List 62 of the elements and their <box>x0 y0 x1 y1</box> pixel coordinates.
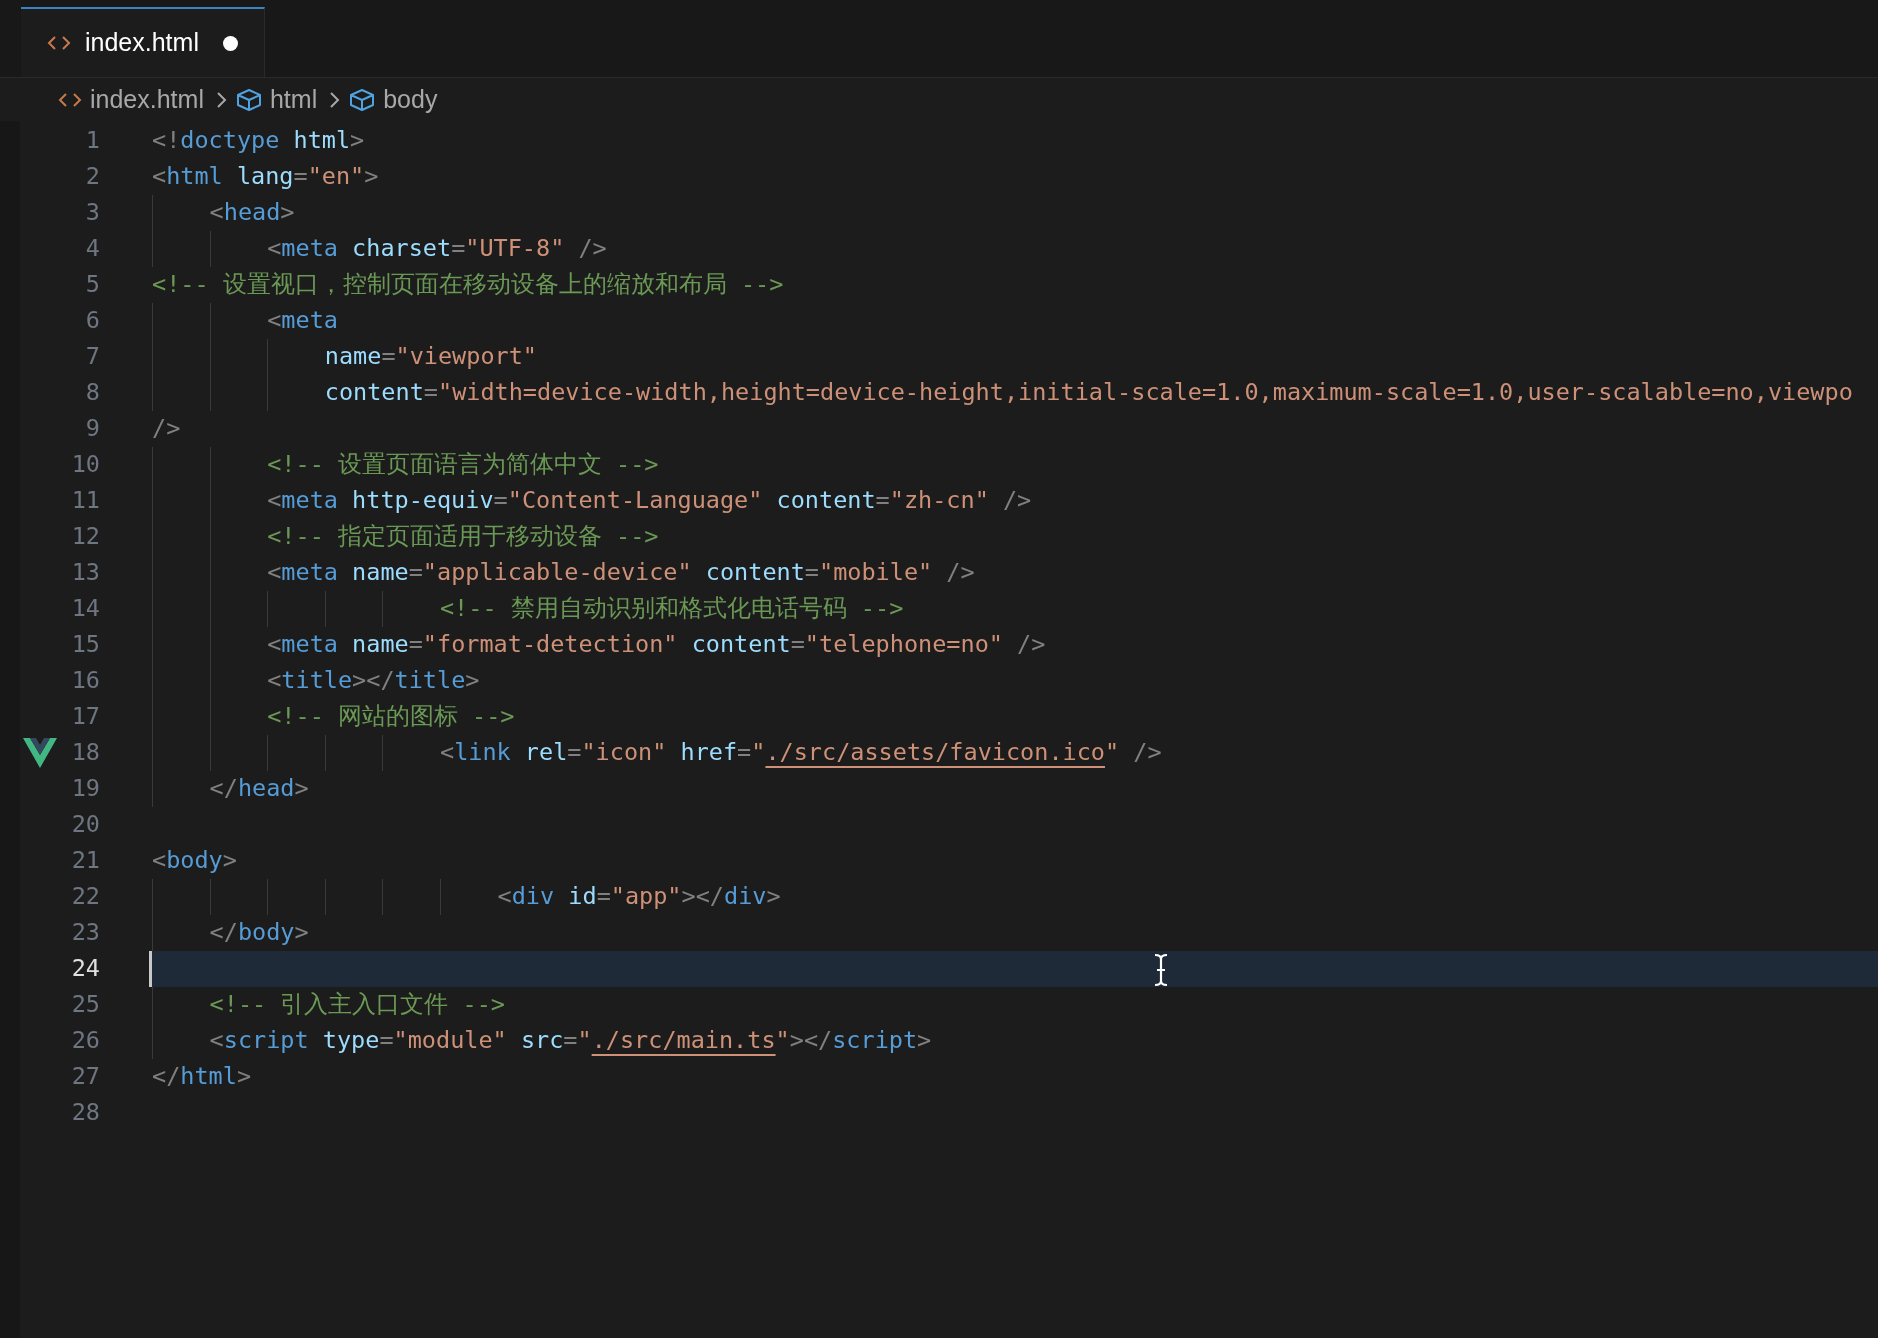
line-number: 28 <box>70 1097 100 1129</box>
line-number: 2 <box>84 161 100 193</box>
tab-label: index.html <box>85 27 199 59</box>
breadcrumb-item[interactable]: index.html <box>90 80 204 119</box>
line-number: 17 <box>70 701 100 733</box>
line-number: 4 <box>84 233 100 265</box>
line-number: 14 <box>70 593 100 625</box>
text-cursor-icon <box>1152 953 1170 987</box>
code-line: <head> <box>152 194 295 232</box>
line-number: 20 <box>70 809 100 841</box>
code-line: <meta name="format-detection" content="telephone=no" /> <box>152 626 1046 664</box>
line-number: 23 <box>70 917 100 949</box>
line-number: 11 <box>70 485 100 517</box>
line-number: 8 <box>84 377 100 409</box>
line-number: 21 <box>70 845 100 877</box>
line-number: 25 <box>70 989 100 1021</box>
code-line: <!doctype html> <box>152 125 365 157</box>
code-line: /> <box>152 413 181 445</box>
line-number: 7 <box>84 341 100 373</box>
code-line: content="width=device-width,height=device-height,initial-scale=1.0,maximum-scale=1.0,user-scalable=no,viewpo <box>152 374 1853 412</box>
code-line: <title></title> <box>152 662 480 700</box>
code-line: <script type="module" src="./src/main.ts"></script> <box>152 1022 932 1060</box>
code-line: name="viewport" <box>152 338 537 376</box>
code-comment: <!-- 设置视口，控制页面在移动设备上的缩放和布局 --> <box>152 269 784 301</box>
code-line: <meta name="applicable-device" content="mobile" /> <box>152 554 975 592</box>
line-number: 9 <box>84 413 100 445</box>
code-comment: <!-- 引入主入口文件 --> <box>152 986 505 1024</box>
cube-icon <box>349 87 376 112</box>
line-number: 10 <box>70 449 100 481</box>
code-comment: <!-- 禁用自动识别和格式化电话号码 --> <box>152 590 904 628</box>
code-comment: <!-- 网站的图标 --> <box>152 698 515 736</box>
line-number: 16 <box>70 665 100 697</box>
code-line: <meta <box>152 302 338 340</box>
code-comment: <!-- 设置页面语言为简体中文 --> <box>152 446 659 484</box>
cube-icon <box>235 87 262 112</box>
code-line: <meta charset="UTF-8" /> <box>152 230 607 268</box>
line-number: 18 <box>70 737 100 769</box>
code-line: <meta http-equiv="Content-Language" content="zh-cn" /> <box>152 482 1032 520</box>
chevron-right-icon <box>329 89 342 110</box>
code-line: </html> <box>152 1061 252 1093</box>
line-number: 12 <box>70 521 100 553</box>
code-line: </head> <box>152 770 309 808</box>
code-comment: <!-- 指定页面适用于移动设备 --> <box>152 518 659 556</box>
line-number: 5 <box>84 269 100 301</box>
line-number: 22 <box>70 881 100 913</box>
chevron-right-icon <box>215 89 228 110</box>
line-number: 19 <box>70 773 100 805</box>
breadcrumb-item[interactable]: body <box>383 80 438 119</box>
code-line: <link rel="icon" href="./src/assets/favicon.ico" /> <box>152 734 1162 772</box>
line-number: 24 <box>70 953 100 985</box>
breadcrumb-item[interactable]: html <box>269 80 318 119</box>
line-number: 26 <box>70 1025 100 1057</box>
line-number: 1 <box>84 125 100 157</box>
editor-tab[interactable]: index.html <box>21 7 265 77</box>
line-number: 3 <box>84 197 100 229</box>
code-line: <div id="app"></div> <box>152 878 781 916</box>
code-line: <html lang="en"> <box>152 161 379 193</box>
line-number: 15 <box>70 629 100 661</box>
line-number: 6 <box>84 305 100 337</box>
line-number: 13 <box>70 557 100 589</box>
code-line: <body> <box>152 845 237 877</box>
line-number: 27 <box>70 1061 100 1093</box>
